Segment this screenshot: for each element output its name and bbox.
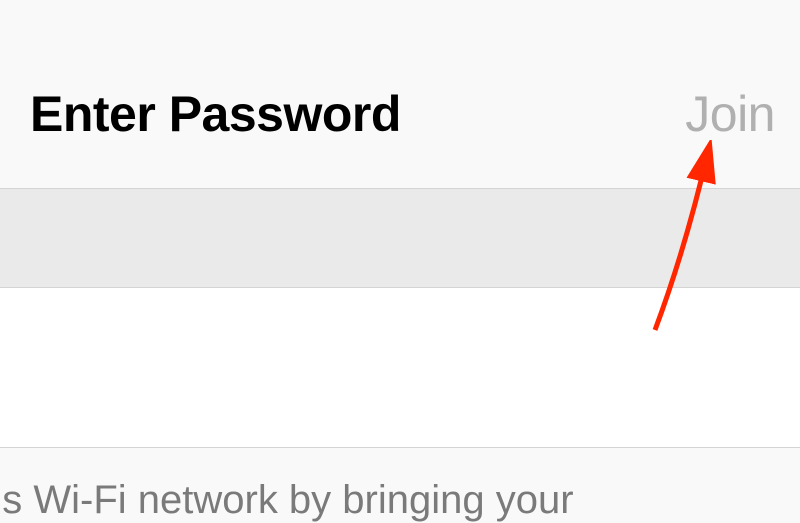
join-button[interactable]: Join xyxy=(685,85,780,143)
password-input-row[interactable] xyxy=(0,288,800,448)
modal-header: Enter Password Join xyxy=(0,0,800,188)
modal-title: Enter Password xyxy=(30,85,401,143)
table-header-spacer xyxy=(0,188,800,288)
footer-hint-area: this Wi-Fi network by bringing your xyxy=(0,448,800,523)
share-hint-text: this Wi-Fi network by bringing your xyxy=(0,478,780,523)
